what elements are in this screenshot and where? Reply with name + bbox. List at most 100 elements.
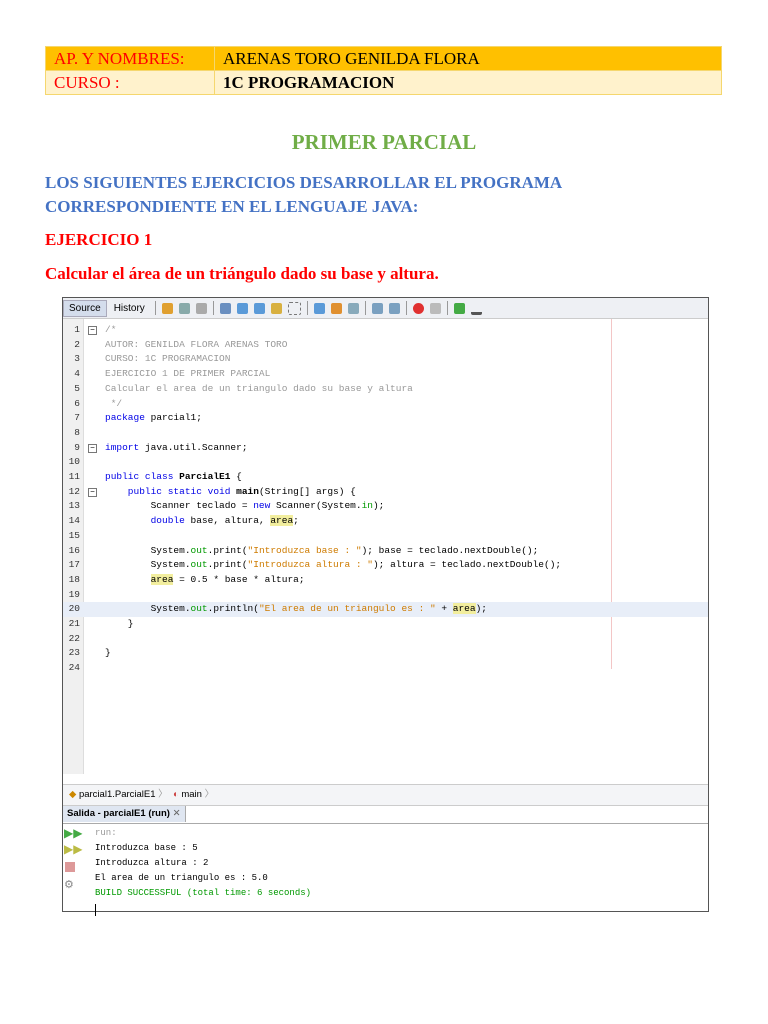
line-number: 21: [68, 618, 80, 629]
course-label: CURSO :: [45, 70, 215, 95]
code-token: ParcialE1: [179, 471, 231, 482]
rerun-with-params-icon[interactable]: ▶▶: [64, 842, 82, 856]
divider: [446, 301, 448, 315]
forward-icon[interactable]: [195, 302, 207, 314]
code-line: 5 Calcular el area de un triangulo dado s…: [63, 382, 708, 397]
code-text: /*: [105, 323, 116, 338]
breadcrumb: ◆ parcial1.ParcialE1 〉 ◐ main 〉: [63, 784, 708, 806]
code-line: 3 CURSO: 1C PROGRAMACION: [63, 352, 708, 367]
code-line: 24: [63, 661, 708, 676]
tab-history[interactable]: History: [109, 301, 150, 316]
rerun-icon[interactable]: ▶▶: [64, 826, 82, 840]
code-token: area: [150, 573, 174, 585]
code-token: EJERCICIO 1 DE PRIMER PARCIAL: [105, 368, 271, 380]
output-line: run:: [95, 828, 117, 838]
code-token: ); base = teclado.nextDouble();: [361, 544, 539, 556]
divider: [212, 301, 214, 315]
code-line: 4 EJERCICIO 1 DE PRIMER PARCIAL: [63, 367, 708, 382]
rect-select-icon[interactable]: [287, 301, 301, 315]
code-token: .println(: [207, 603, 259, 615]
code-text: CURSO: 1C PROGRAMACION: [105, 352, 230, 367]
code-token: /*: [105, 324, 117, 335]
exercise-heading: EJERCICIO 1: [45, 230, 153, 249]
editor-toolbar: Source History: [63, 298, 708, 319]
code-text: public static void main(String[] args) {: [105, 485, 356, 500]
output-line: Introduzca base : 5: [95, 843, 198, 853]
code-editor[interactable]: 1−/* 2 AUTOR: GENILDA FLORA ARENAS TORO 3 CU…: [63, 319, 708, 774]
code-text: System.out.print("Introduzca altura : ")…: [105, 558, 562, 573]
output-tab[interactable]: Salida - parcialE1 (run) ✕: [63, 806, 186, 822]
code-line: 11 public class ParcialE1 {: [63, 470, 708, 485]
chart-icon[interactable]: [453, 302, 465, 314]
output-panel: ▶▶ ▶▶ ⚙ run: Introduzca base : 5 Introduzc…: [63, 823, 708, 916]
shift-right-icon[interactable]: [388, 302, 400, 314]
code-text: import java.util.Scanner;: [105, 441, 248, 456]
settings-icon[interactable]: ⚙: [64, 878, 74, 891]
code-line: 9− import java.util.Scanner;: [63, 441, 708, 456]
code-line: 1−/*: [63, 323, 708, 338]
code-token: public class: [105, 471, 180, 482]
code-token: }: [105, 647, 111, 659]
toggle-highlight-icon[interactable]: [270, 302, 282, 314]
code-token: import: [105, 441, 140, 453]
fold-toggle-icon[interactable]: −: [88, 326, 97, 335]
code-line: 18 area = 0.5 * base * altura;: [63, 573, 708, 588]
prev-bookmark-icon[interactable]: [313, 302, 325, 314]
toggle-bookmark-icon[interactable]: [347, 302, 359, 314]
next-bookmark-icon[interactable]: [330, 302, 342, 314]
code-line: 15: [63, 529, 708, 544]
stop-macro-icon[interactable]: [429, 302, 441, 314]
line-number: 19: [68, 588, 80, 600]
find-next-icon[interactable]: [253, 302, 265, 314]
tab-source[interactable]: Source: [63, 299, 107, 317]
code-token: in: [361, 500, 373, 512]
code-token: public static void: [105, 485, 237, 497]
code-token: );: [372, 500, 385, 512]
line-number: 9: [74, 441, 80, 453]
find-prev-icon[interactable]: [236, 302, 248, 314]
code-token: out: [190, 559, 208, 571]
course-value: 1C PROGRAMACION: [214, 70, 722, 95]
code-token: "Introduzca base : ": [247, 544, 362, 556]
code-text: }: [105, 617, 134, 632]
line-number: 4: [74, 368, 80, 380]
code-token: Scanner teclado =: [105, 500, 254, 512]
breadcrumb-class[interactable]: parcial1.ParcialE1: [79, 789, 156, 800]
fold-toggle-icon[interactable]: −: [88, 443, 97, 453]
code-token: System.: [105, 544, 191, 556]
last-edit-icon[interactable]: [161, 302, 173, 314]
code-token: */: [105, 397, 123, 409]
code-token: area: [270, 515, 294, 527]
record-macro-icon[interactable]: [412, 302, 424, 314]
code-text: Scanner teclado = new Scanner(System.in)…: [105, 499, 385, 514]
code-line: 16 System.out.print("Introduzca base : "…: [63, 544, 708, 559]
code-text: }: [105, 646, 111, 661]
stop-icon[interactable]: [65, 862, 75, 872]
fold-toggle-icon[interactable]: −: [88, 487, 97, 497]
student-info-table: AP. Y NOMBRES: ARENAS TORO GENILDA FLORA …: [45, 46, 722, 95]
exercise-task: Calcular el área de un triángulo dado su…: [45, 264, 439, 283]
code-line: 10: [63, 455, 708, 470]
close-icon[interactable]: ✕: [173, 808, 181, 819]
code-line: 8: [63, 426, 708, 441]
line-number: 17: [68, 559, 80, 571]
breadcrumb-method[interactable]: main: [181, 789, 202, 800]
code-token: Calcular el area de un triangulo dado su…: [105, 382, 413, 394]
search-icon[interactable]: [219, 302, 231, 314]
code-token: out: [190, 603, 208, 615]
code-line: 6 */: [63, 397, 708, 412]
code-text: package parcial1;: [105, 411, 202, 426]
comment-icon[interactable]: [470, 301, 482, 315]
code-text: area = 0.5 * base * altura;: [105, 573, 305, 588]
divider: [154, 301, 156, 315]
back-icon[interactable]: [178, 302, 190, 314]
output-tab-label: Salida - parcialE1 (run): [67, 808, 170, 819]
output-line: Introduzca altura : 2: [95, 858, 209, 868]
code-token: main: [236, 485, 259, 497]
shift-left-icon[interactable]: [371, 302, 383, 314]
code-line: 7 package parcial1;: [63, 411, 708, 426]
page-title: PRIMER PARCIAL: [291, 130, 477, 154]
code-text: System.out.print("Introduzca base : "); …: [105, 544, 539, 559]
code-line: 22: [63, 632, 708, 647]
